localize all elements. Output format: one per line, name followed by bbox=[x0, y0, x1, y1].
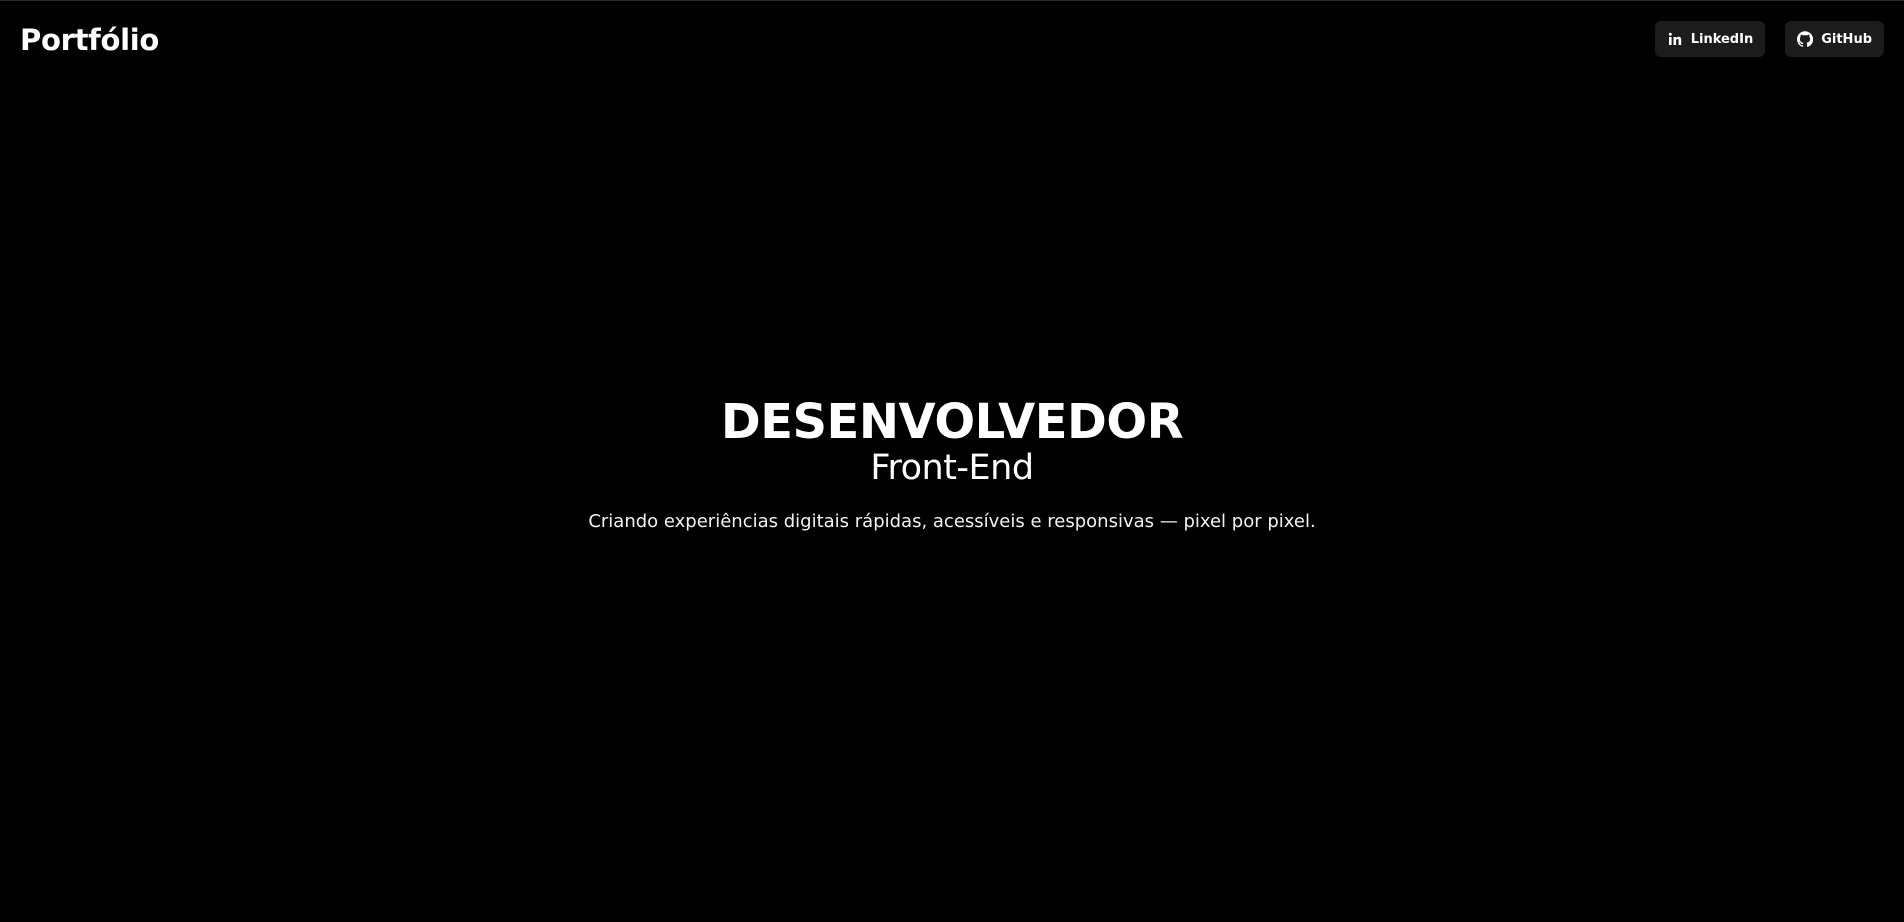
linkedin-button[interactable]: LinkedIn bbox=[1654, 21, 1766, 57]
hero-title: DESENVOLVEDOR bbox=[720, 394, 1184, 450]
social-nav: LinkedIn GitHub bbox=[1654, 21, 1884, 57]
hero-tagline: Criando experiências digitais rápidas, a… bbox=[588, 511, 1316, 532]
github-icon bbox=[1797, 31, 1814, 47]
github-label: GitHub bbox=[1821, 31, 1872, 47]
brand-logo[interactable]: Portfólio bbox=[20, 21, 159, 59]
github-button[interactable]: GitHub bbox=[1785, 21, 1884, 57]
hero-subtitle: Front-End bbox=[870, 448, 1034, 488]
hero-section: DESENVOLVEDOR Front-End Criando experiên… bbox=[0, 396, 1904, 552]
site-header: Portfólio LinkedIn GitHub bbox=[0, 0, 1904, 80]
linkedin-icon bbox=[1667, 31, 1683, 47]
linkedin-label: LinkedIn bbox=[1690, 31, 1754, 47]
